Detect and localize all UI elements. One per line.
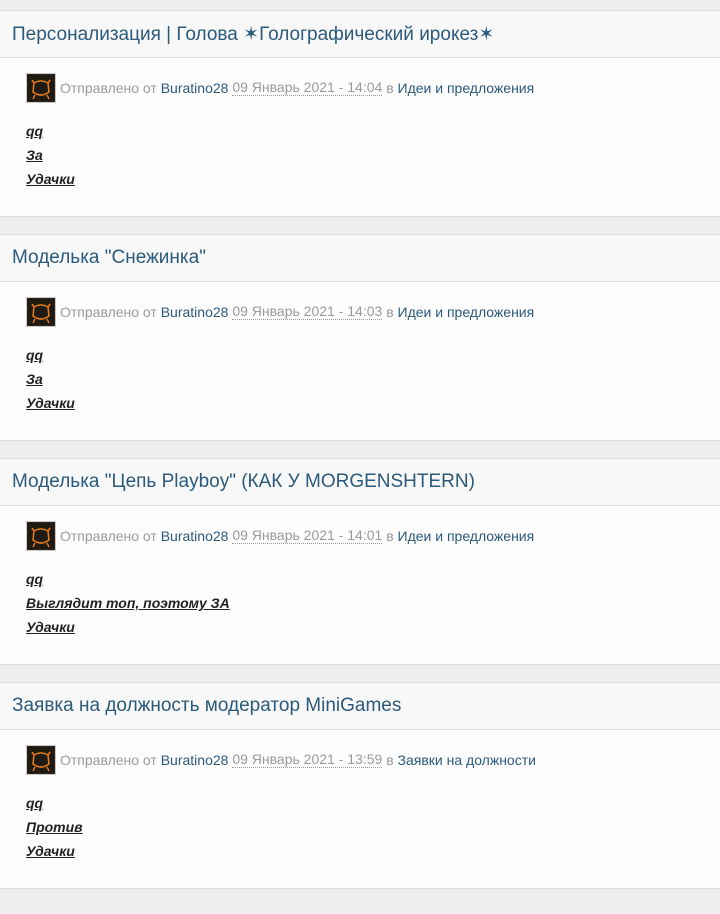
forum-link[interactable]: Заявки на должности <box>398 752 536 768</box>
content-line[interactable]: Удачки <box>26 391 720 415</box>
post-title-link[interactable]: Моделька "Цепь Playboy" (КАК У MORGENSHT… <box>12 471 475 493</box>
content-line[interactable]: Удачки <box>26 615 720 639</box>
post-body: Отправлено от Buratino28 09 Январь 2021 … <box>0 730 720 863</box>
post-content: qq Выглядит топ, поэтому ЗА Удачки <box>26 567 720 639</box>
post-title-bar: Моделька "Снежинка" <box>0 235 720 282</box>
post-title-link[interactable]: Персонализация | Голова ✶Голографический… <box>12 23 494 46</box>
forum-link[interactable]: Идеи и предложения <box>398 528 535 544</box>
sent-by-label: Отправлено от <box>60 80 157 96</box>
content-line[interactable]: Выглядит топ, поэтому ЗА <box>26 591 720 615</box>
post-date: 09 Январь 2021 - 14:03 <box>232 302 383 321</box>
avatar-bear-icon <box>28 299 54 325</box>
content-line[interactable]: Удачки <box>26 167 720 191</box>
content-line[interactable]: qq <box>26 791 720 815</box>
post-card: Заявка на должность модератор MiniGames … <box>0 682 720 889</box>
post-title-bar: Заявка на должность модератор MiniGames <box>0 683 720 730</box>
content-line[interactable]: qq <box>26 567 720 591</box>
post-body: Отправлено от Buratino28 09 Январь 2021 … <box>0 58 720 191</box>
post-content: qq За Удачки <box>26 119 720 191</box>
post-card: Персонализация | Голова ✶Голографический… <box>0 10 720 217</box>
post-date: 09 Январь 2021 - 14:01 <box>232 526 383 545</box>
in-label: в <box>386 528 394 544</box>
post-content: qq Против Удачки <box>26 791 720 863</box>
in-label: в <box>386 304 394 320</box>
sent-by-label: Отправлено от <box>60 528 157 544</box>
post-card: Моделька "Снежинка" Отправлено от Burati… <box>0 234 720 441</box>
post-meta: Отправлено от Buratino28 09 Январь 2021 … <box>26 296 720 328</box>
avatar[interactable] <box>26 745 56 775</box>
post-meta: Отправлено от Buratino28 09 Январь 2021 … <box>26 744 720 776</box>
avatar-bear-icon <box>28 523 54 549</box>
search-results-feed: Персонализация | Голова ✶Голографический… <box>0 0 720 914</box>
author-link[interactable]: Buratino28 <box>161 528 229 544</box>
content-line[interactable]: qq <box>26 119 720 143</box>
post-body: Отправлено от Buratino28 09 Январь 2021 … <box>0 282 720 415</box>
in-label: в <box>386 80 394 96</box>
content-line[interactable]: Против <box>26 815 720 839</box>
avatar[interactable] <box>26 521 56 551</box>
in-label: в <box>386 752 394 768</box>
post-body: Отправлено от Buratino28 09 Январь 2021 … <box>0 506 720 639</box>
author-link[interactable]: Buratino28 <box>161 80 229 96</box>
post-meta: Отправлено от Buratino28 09 Январь 2021 … <box>26 72 720 104</box>
forum-link[interactable]: Идеи и предложения <box>398 80 535 96</box>
avatar-bear-icon <box>28 747 54 773</box>
post-title-bar: Моделька "Цепь Playboy" (КАК У MORGENSHT… <box>0 459 720 506</box>
post-title-link[interactable]: Моделька "Снежинка" <box>12 247 206 269</box>
author-link[interactable]: Buratino28 <box>161 752 229 768</box>
post-card: Моделька "Цепь Playboy" (КАК У MORGENSHT… <box>0 458 720 665</box>
author-link[interactable]: Buratino28 <box>161 304 229 320</box>
content-line[interactable]: qq <box>26 343 720 367</box>
avatar[interactable] <box>26 73 56 103</box>
post-content: qq За Удачки <box>26 343 720 415</box>
post-title-link[interactable]: Заявка на должность модератор MiniGames <box>12 695 401 717</box>
post-date: 09 Январь 2021 - 14:04 <box>232 78 383 97</box>
post-meta: Отправлено от Buratino28 09 Январь 2021 … <box>26 520 720 552</box>
content-line[interactable]: За <box>26 367 720 391</box>
post-title-bar: Персонализация | Голова ✶Голографический… <box>0 11 720 58</box>
sent-by-label: Отправлено от <box>60 304 157 320</box>
content-line[interactable]: Удачки <box>26 839 720 863</box>
avatar-bear-icon <box>28 75 54 101</box>
sent-by-label: Отправлено от <box>60 752 157 768</box>
content-line[interactable]: За <box>26 143 720 167</box>
post-date: 09 Январь 2021 - 13:59 <box>232 750 383 769</box>
forum-link[interactable]: Идеи и предложения <box>398 304 535 320</box>
avatar[interactable] <box>26 297 56 327</box>
